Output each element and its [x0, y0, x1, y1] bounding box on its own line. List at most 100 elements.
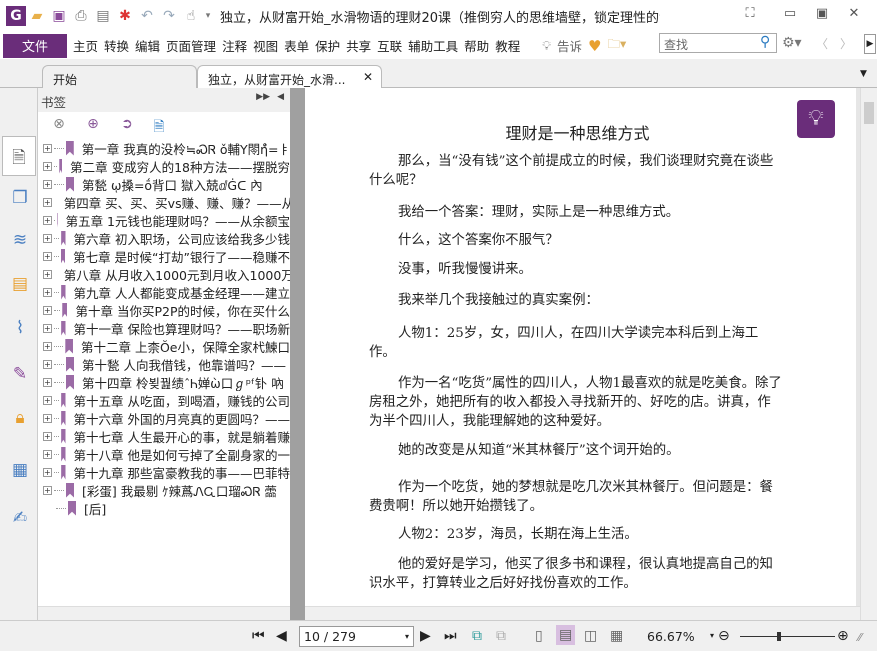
bookmark-item[interactable]: + 第十章 当你买P2P的时候，你在买什么 [38, 301, 290, 319]
collapse-panel-icon[interactable]: ◀ [277, 92, 284, 102]
menu-convert[interactable]: 转换 [104, 36, 129, 55]
expand-icon[interactable]: + [43, 467, 52, 477]
bookmark-item[interactable]: + 第六章 初入职场，公司应该给我多少钱 [38, 229, 290, 247]
continuous-page-icon[interactable]: ▤ [556, 625, 576, 645]
bookmark-item[interactable]: + 第九章 人人都能变成基金经理——建立 [38, 283, 290, 301]
certify-icon[interactable]: ✍ [9, 508, 31, 530]
pages-icon[interactable]: ❐ [9, 188, 31, 210]
menu-page-management[interactable]: 页面管理 [166, 36, 216, 55]
continuous-facing-icon[interactable]: ▦ [610, 628, 623, 644]
bookmark-item[interactable]: + 第十七章 人生最开心的事，就是躺着赚 [38, 427, 290, 445]
expand-panel-icon[interactable]: ▶▶ [256, 92, 270, 102]
layers-icon[interactable]: ≋ [9, 230, 31, 252]
zoom-slider-thumb[interactable] [777, 632, 782, 641]
ribbon-scroll-icon[interactable]: ▶ [864, 34, 876, 54]
tab-document[interactable]: 独立，从财富开始_水滑... ✕ [197, 65, 382, 88]
previous-view-icon[interactable]: ⧉ [472, 628, 482, 644]
panel-splitter[interactable] [290, 88, 305, 620]
signatures-icon[interactable]: ✎ [9, 364, 31, 386]
find-folder-icon[interactable]: 🗀︎▾ [607, 35, 626, 56]
attachments-icon[interactable]: ⌇ [9, 318, 31, 340]
expand-icon[interactable]: + [43, 143, 52, 153]
bookmark-item[interactable]: + 第五章 1元钱也能理财吗？——从余额宝 [38, 211, 290, 229]
file-menu-button[interactable]: 文件 [3, 33, 67, 58]
bookmark-options-icon[interactable]: 🗎︎ [150, 116, 168, 135]
properties-icon[interactable]: ▤ [92, 6, 114, 26]
maximize-button[interactable]: ▣ [810, 6, 834, 24]
facing-page-icon[interactable]: ◫ [584, 628, 597, 644]
menu-form[interactable]: 表单 [284, 36, 309, 55]
expand-icon[interactable]: + [43, 395, 52, 405]
menu-connect[interactable]: 互联 [377, 36, 402, 55]
scroll-thumb[interactable] [864, 102, 874, 124]
prev-arrow-icon[interactable]: 〈 [816, 35, 828, 52]
expand-icon[interactable]: + [43, 269, 52, 279]
last-page-icon[interactable]: ⏭ [444, 628, 457, 644]
document-vertical-scrollbar[interactable] [860, 88, 877, 620]
menu-protect[interactable]: 保护 [315, 36, 340, 55]
print-icon[interactable]: ⎙ [70, 6, 92, 26]
expand-icon[interactable]: + [43, 377, 52, 387]
expand-icon[interactable]: + [43, 233, 52, 243]
bookmark-item[interactable]: + 第七章 是时候“打劫”银行了——稳赚不 [38, 247, 290, 265]
bookmark-item[interactable]: + 第十二章 上柰Ŏe小，保障全家杙鰊口 [38, 337, 290, 355]
bookmark-item[interactable]: + 第十甃 ⁣人向我借钱，他靠谱吗？—— [38, 355, 290, 373]
first-page-icon[interactable]: ⏮ [252, 628, 265, 644]
expand-icon[interactable]: + [43, 485, 52, 495]
menu-edit[interactable]: 编辑 [135, 36, 160, 55]
minimize-button[interactable]: ▭ [778, 6, 802, 24]
bookmark-item[interactable]: [后] [38, 499, 290, 517]
save-icon[interactable]: ▣ [48, 6, 70, 26]
prev-page-icon[interactable]: ◀ [276, 628, 287, 644]
hand-tool-icon[interactable]: ☝ [180, 6, 202, 26]
bookmark-item[interactable]: + 第十六章 外国的月亮真的更圆吗？—— [38, 409, 290, 427]
expand-icon[interactable]: + [43, 197, 52, 207]
expand-icon[interactable]: + [43, 323, 52, 333]
resize-grip-icon[interactable]: ⁄⁄ [858, 631, 862, 644]
expand-icon[interactable]: + [43, 251, 52, 261]
bookmark-item[interactable]: + 第八章 从月收入1000元到月收入1000万 [38, 265, 290, 283]
expand-icon[interactable]: + [43, 449, 52, 459]
tab-list-dropdown-icon[interactable]: ▼ [860, 69, 867, 79]
add-bookmark-icon[interactable]: ⊕ [84, 116, 102, 134]
expand-icon[interactable]: + [43, 359, 52, 369]
bookmark-item[interactable]: + 第四章 买、买、买vs赚、赚、赚？——从 [38, 193, 290, 211]
expand-icon[interactable]: + [43, 305, 52, 315]
search-icon[interactable]: ⚲ [760, 34, 770, 50]
customize-dropdown-icon[interactable]: ▾ [202, 6, 214, 26]
zoom-level[interactable]: 66.67% [647, 629, 695, 644]
expand-icon[interactable]: + [43, 287, 52, 297]
fullscreen-icon[interactable]: ⛶ [738, 6, 762, 24]
next-view-icon[interactable]: ⧉ [496, 628, 506, 644]
menu-comment[interactable]: 注释 [222, 36, 247, 55]
close-tab-icon[interactable]: ✕ [363, 70, 373, 84]
content-icon[interactable]: ▦ [9, 460, 31, 482]
bookmark-item[interactable]: + 第十一章 保险也算理财吗？——职场新 [38, 319, 290, 337]
undo-icon[interactable]: ↶ [136, 6, 158, 26]
lightbulb-icon[interactable]: 💡︎ [542, 38, 551, 54]
menu-home[interactable]: 主页 [73, 36, 98, 55]
expand-icon[interactable]: + [43, 215, 52, 225]
bookmark-item[interactable]: + 第一章 我真的没柃≒ᏍᏒ ǒ輔Y閝ή̊=ㅑ [38, 139, 290, 157]
document-horizontal-scrollbar[interactable] [305, 606, 860, 620]
expand-icon[interactable]: + [43, 413, 52, 423]
bookmarks-horizontal-scrollbar[interactable] [38, 606, 290, 620]
next-page-icon[interactable]: ▶ [420, 628, 431, 644]
bookmark-item[interactable]: + 第甃 ῳ搡=ṓ背口 獄入兢ⅆĠᑕ 內 [38, 175, 290, 193]
settings-icon[interactable]: ⚙▾ [782, 35, 802, 51]
zoom-slider[interactable] [740, 632, 835, 641]
close-button[interactable]: ✕ [842, 6, 866, 24]
bookmark-item[interactable]: + 第十八章 他是如何亏掉了全副身家的一 [38, 445, 290, 463]
menu-tutorial[interactable]: 教程 [495, 36, 520, 55]
menu-accessibility[interactable]: 辅助工具 [408, 36, 458, 55]
zoom-out-icon[interactable]: ⊖ [718, 628, 730, 644]
bookmark-item[interactable]: + 第二章 变成穷人的18种方法——摆脱穷 [38, 157, 290, 175]
new-icon[interactable]: ✱ [114, 6, 136, 26]
expand-icon[interactable]: + [43, 341, 52, 351]
expand-icon[interactable]: + [43, 431, 52, 441]
page-number-input[interactable]: 10 / 279 ▾ [299, 626, 414, 647]
tab-start[interactable]: 开始 [42, 65, 197, 88]
feedback-icon[interactable]: ♥ [588, 37, 601, 55]
open-icon[interactable]: ▰ [26, 6, 48, 26]
bookmark-item[interactable]: + 第十五章 从吃面，到喝酒，赚钱的公司 [38, 391, 290, 409]
